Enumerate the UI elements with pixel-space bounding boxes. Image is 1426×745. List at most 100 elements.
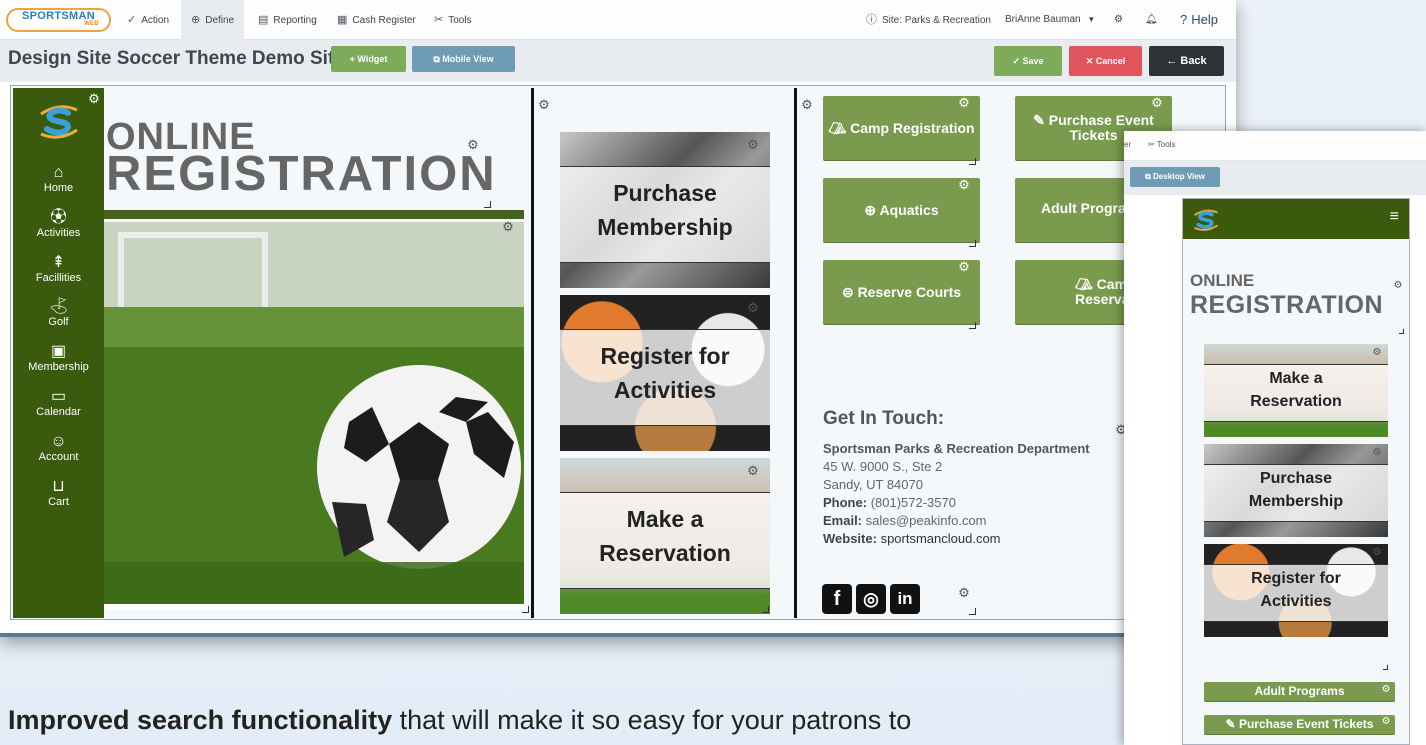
sidebar-item-golf[interactable]: ⛳︎ Golf xyxy=(13,298,104,328)
designer-window: SPORTSMAN WEB ✓ Action ⊕ Define ▤ Reporting… xyxy=(0,0,1236,637)
gear-icon[interactable]: ⚙ xyxy=(1379,683,1393,697)
nav-action[interactable]: ✓ Action xyxy=(117,0,179,40)
gear-icon[interactable]: ⚙ xyxy=(1379,715,1393,729)
gear-icon[interactable]: ⚙ xyxy=(957,96,971,110)
resize-handle[interactable] xyxy=(522,606,529,613)
gear-icon[interactable]: ⚙ xyxy=(957,178,971,192)
tile-title-2: Membership xyxy=(597,214,733,240)
save-button[interactable]: ✓ Save xyxy=(994,46,1062,76)
nav-reporting[interactable]: ▤ Reporting xyxy=(248,0,327,40)
sidebar-item-home[interactable]: ⌂ Home xyxy=(13,164,104,194)
mobile-view-button[interactable]: ⧉ Mobile View xyxy=(412,46,515,72)
designer-toolbar: Design Site Soccer Theme Demo Site + Wid… xyxy=(0,40,1236,82)
settings-button[interactable]: ⚙ xyxy=(1104,0,1133,40)
user-menu[interactable]: BriAnne Bauman ▼ xyxy=(995,0,1105,40)
mobile-tile-make-reservation[interactable]: Make a Reservation ⚙ xyxy=(1204,344,1388,437)
gear-icon[interactable]: ⚙ xyxy=(1391,279,1405,293)
tile-purchase-membership[interactable]: Purchase Membership ⚙ xyxy=(560,132,770,288)
contact-address2: Sandy, UT 84070 xyxy=(823,477,923,492)
cancel-button[interactable]: ✕ Cancel xyxy=(1069,46,1142,76)
gear-icon[interactable]: ⚙ xyxy=(1370,546,1384,560)
gear-icon[interactable]: ⚙ xyxy=(746,464,760,478)
tree-icon: ⇞ xyxy=(51,254,66,271)
tile-title-2: Membership xyxy=(1248,493,1344,510)
image-footer-line xyxy=(104,604,524,610)
mobile-tile-register-activities[interactable]: Register for Activities ⚙ xyxy=(1204,544,1388,637)
sidebar-item-account[interactable]: ☺ Account xyxy=(13,433,104,463)
hamburger-menu-icon[interactable]: ≡ xyxy=(1390,208,1399,226)
mobile-view-window: er ✂ Tools ⧉ Desktop View ≡ ONLINE REGIS… xyxy=(1124,131,1426,745)
site-selector[interactable]: ⓘ Site: Parks & Recreation xyxy=(856,0,1001,40)
tile-title-2: Activities xyxy=(1260,593,1332,610)
resize-handle[interactable] xyxy=(969,322,976,329)
gear-icon: ⚙ xyxy=(1114,14,1123,25)
gear-icon[interactable]: ⚙ xyxy=(466,138,480,152)
user-icon: ☺ xyxy=(50,433,67,450)
tile-make-reservation[interactable]: Make a Reservation ⚙ xyxy=(560,458,770,614)
sidebar-item-activities[interactable]: ⚽︎ Activities xyxy=(13,209,104,239)
tile-register-activities[interactable]: Register for Activities ⚙ xyxy=(560,295,770,451)
tile-title-2: Reservation xyxy=(599,540,731,566)
resize-handle[interactable] xyxy=(969,608,976,615)
gear-icon[interactable]: ⚙ xyxy=(1370,346,1384,360)
instagram-icon[interactable]: ◎ xyxy=(856,584,886,614)
add-widget-button[interactable]: + Widget xyxy=(331,46,406,72)
ticket-icon: ✎ xyxy=(1225,717,1239,731)
calendar-icon: ▭ xyxy=(50,388,67,405)
nav-tools[interactable]: ✂ Tools xyxy=(1148,140,1175,149)
mobile-hero-line-1: ONLINE xyxy=(1190,271,1255,290)
sidebar-item-calendar[interactable]: ▭ Calendar xyxy=(13,388,104,418)
desktop-view-button[interactable]: ⧉ Desktop View xyxy=(1130,167,1220,187)
notifications-button[interactable]: 🔔︎ xyxy=(1135,0,1168,40)
gear-icon[interactable]: ⚙ xyxy=(957,586,971,600)
nav-item-partial[interactable]: er xyxy=(1124,140,1131,149)
contact-phone: Phone: (801)572-3570 xyxy=(823,495,956,510)
linkedin-icon[interactable]: in xyxy=(890,584,920,614)
mobile-purchase-event-tickets-button[interactable]: ✎ Purchase Event Tickets xyxy=(1204,715,1395,734)
site-sidebar: ⚙ ⌂ Home ⚽︎ Activities ⇞ Facillities ⛳︎ Golf… xyxy=(13,88,104,618)
resize-handle[interactable] xyxy=(969,240,976,247)
tile-title-1: Make a xyxy=(1269,370,1323,387)
resize-handle[interactable] xyxy=(969,158,976,165)
id-card-icon: ▣ xyxy=(50,343,67,360)
gear-icon[interactable]: ⚙ xyxy=(800,98,814,112)
gear-icon[interactable]: ⚙ xyxy=(746,301,760,315)
tile-title-1: Register for xyxy=(1251,570,1341,587)
resize-handle[interactable] xyxy=(1399,329,1404,334)
tile-title-2: Activities xyxy=(613,377,717,403)
sidebar-item-cart[interactable]: ⊔ Cart xyxy=(13,478,104,508)
mobile-preview-frame: ≡ ONLINE REGISTRATION ⚙ Make a Reservati… xyxy=(1182,198,1410,745)
gear-icon[interactable]: ⚙ xyxy=(501,220,515,234)
mobile-adult-programs-button[interactable]: Adult Programs xyxy=(1204,682,1395,701)
nav-define[interactable]: ⊕ Define xyxy=(181,0,245,40)
resize-handle[interactable] xyxy=(762,606,769,613)
gear-icon[interactable]: ⚙ xyxy=(537,98,551,112)
gear-icon[interactable]: ⚙ xyxy=(957,260,971,274)
back-button[interactable]: ← Back xyxy=(1149,46,1224,76)
cart-icon: ⊔ xyxy=(52,478,65,495)
contact-block: Get In Touch: Sportsman Parks & Recreati… xyxy=(823,408,1123,548)
sidebar-item-facilities[interactable]: ⇞ Facillities xyxy=(13,254,104,284)
sidebar-item-membership[interactable]: ▣ Membership xyxy=(13,343,104,373)
nav-cash-register[interactable]: ▦ Cash Register xyxy=(327,0,426,40)
mobile-top-nav: er ✂ Tools xyxy=(1124,131,1426,161)
help-button[interactable]: ? Help xyxy=(1170,0,1228,40)
nav-tools[interactable]: ✂ Tools xyxy=(424,0,482,40)
gear-icon[interactable]: ⚙ xyxy=(1370,446,1384,460)
gear-icon[interactable]: ⚙ xyxy=(746,138,760,152)
feature-caption: Improved search functionality that will … xyxy=(8,705,911,736)
gear-icon[interactable]: ⚙ xyxy=(87,92,101,106)
sportsman-logo[interactable]: SPORTSMAN WEB xyxy=(6,8,111,32)
resize-handle[interactable] xyxy=(484,201,491,208)
resize-handle[interactable] xyxy=(1383,665,1388,670)
check-icon: ✓ xyxy=(127,14,137,26)
mobile-tile-purchase-membership[interactable]: Purchase Membership ⚙ xyxy=(1204,444,1388,537)
gear-icon[interactable]: ⚙ xyxy=(1150,96,1164,110)
column-divider xyxy=(794,88,797,618)
close-icon: ✕ xyxy=(1085,56,1096,66)
facebook-icon[interactable]: f xyxy=(822,584,852,614)
registration-header: ONLINE REGISTRATION ⚙ xyxy=(104,88,532,218)
check-icon: ✓ xyxy=(1012,56,1023,66)
register-icon: ▦ xyxy=(337,14,348,26)
site-logo-icon xyxy=(40,105,78,139)
